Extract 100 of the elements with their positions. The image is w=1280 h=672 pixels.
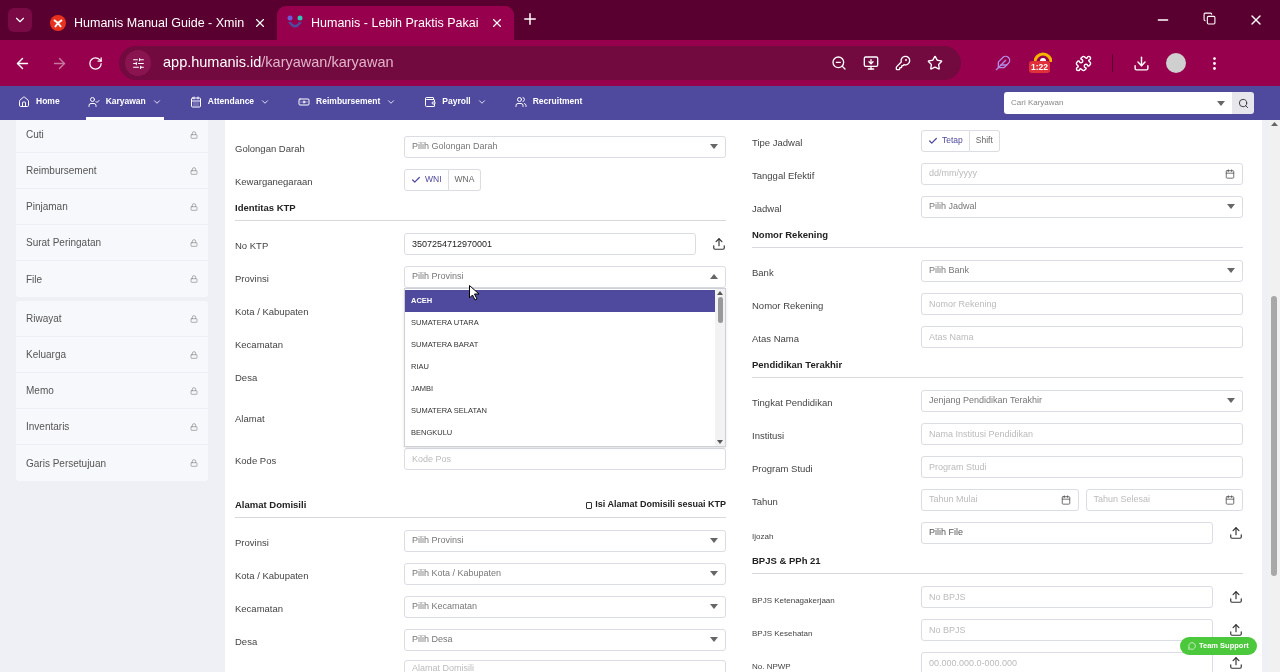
field-label: Atas Nama [752, 332, 799, 344]
install-icon[interactable] [863, 55, 879, 71]
tab-title: Humanis - Lebih Praktis Pakai [311, 14, 480, 32]
upload-icon[interactable] [1229, 655, 1243, 670]
extension-icon[interactable]: 1:22 [1031, 51, 1055, 75]
scroll-thumb[interactable] [1271, 296, 1277, 576]
toggle-option[interactable]: WNI [404, 168, 449, 191]
scroll-thumb[interactable] [717, 296, 723, 323]
close-icon[interactable] [253, 16, 267, 30]
file-picker[interactable]: Pilih File [921, 521, 1213, 544]
field-label: Tanggal Efektif [752, 169, 815, 181]
text-field[interactable]: Nomor Rekening [921, 292, 1243, 315]
text-field[interactable]: 00.000.000.0-000.000 [921, 651, 1213, 672]
nav-icon [424, 95, 437, 108]
sidebar-item[interactable]: Garis Persetujuan [16, 445, 208, 481]
field-label: Kewarganegaraan [235, 175, 313, 187]
scrollbar[interactable] [715, 288, 725, 446]
text-field[interactable]: Kode Pos [404, 447, 726, 470]
sidebar-item[interactable]: Cuti [16, 120, 208, 153]
nav-item[interactable]: Recruitment [512, 86, 585, 120]
search-button[interactable] [1232, 92, 1254, 114]
text-field[interactable]: Program Studi [921, 455, 1243, 478]
select-field[interactable]: Pilih Kota / Kabupaten [404, 562, 726, 585]
profile-avatar[interactable] [1166, 53, 1186, 73]
key-icon[interactable] [895, 55, 911, 71]
select-field[interactable]: Pilih Desa [404, 628, 726, 651]
check-icon [928, 135, 938, 146]
scroll-up-icon[interactable] [1270, 122, 1278, 126]
text-field[interactable]: No BPJS [921, 585, 1213, 608]
field-label: Provinsi [235, 272, 269, 284]
caret-icon [710, 571, 718, 576]
section-heading: Nomor Rekening [752, 227, 828, 242]
sidebar-item[interactable]: Riwayat [16, 301, 208, 337]
nav-icon [298, 95, 311, 108]
upload-icon[interactable] [712, 236, 726, 251]
search-icon [1237, 97, 1249, 109]
puzzle-icon[interactable] [1075, 54, 1092, 72]
select-field[interactable]: Pilih Golongan Darah [404, 135, 726, 158]
field-label: Desa [235, 635, 258, 647]
select-field[interactable]: Pilih Jadwal [921, 195, 1243, 218]
feather-icon[interactable] [995, 55, 1011, 71]
address-bar[interactable]: app.humanis.id/karyawan/karyawan [119, 46, 961, 80]
text-field[interactable]: No BPJS [921, 618, 1213, 641]
employee-search-field[interactable]: Cari Karyawan [1004, 92, 1232, 114]
upload-icon[interactable] [1229, 525, 1243, 540]
field-label: Desa [235, 371, 258, 383]
page-scrollbar[interactable] [1268, 120, 1280, 672]
browser-tab[interactable]: Humanis Manual Guide - Xmin [40, 6, 277, 40]
checkbox[interactable]: Isi Alamat Domisili sesuai KTP [586, 498, 726, 512]
browser-tab[interactable]: Humanis - Lebih Praktis Pakai [277, 6, 514, 40]
star-icon[interactable] [927, 55, 943, 71]
select-field[interactable]: Pilih Kecamatan [404, 595, 726, 618]
field-label: Kota / Kabupaten [235, 305, 309, 317]
upload-icon[interactable] [1229, 622, 1243, 637]
sidebar-item[interactable]: Surat Peringatan [16, 225, 208, 261]
field-label: Jadwal [752, 202, 782, 214]
reload-icon[interactable] [88, 55, 103, 71]
toggle-option[interactable]: WNA [448, 168, 482, 191]
select-field[interactable]: Pilih Provinsi [404, 529, 726, 552]
tab-search-button[interactable] [8, 8, 32, 32]
nav-icon [18, 95, 30, 108]
close-icon[interactable] [490, 16, 504, 30]
caret-icon [710, 538, 718, 543]
nav-item[interactable]: Reimbursement [296, 86, 399, 120]
field-label: Alamat [235, 413, 265, 424]
nav-item[interactable]: Payroll [422, 86, 489, 120]
field-label: Kecamatan [235, 602, 284, 614]
scroll-down-icon[interactable] [717, 439, 723, 444]
text-area[interactable]: Alamat Domisili [404, 660, 726, 672]
check-icon [411, 174, 421, 185]
zoom-icon[interactable] [831, 55, 847, 71]
sidebar-item[interactable]: Pinjaman [16, 189, 208, 225]
nav-item[interactable]: Attendance [187, 86, 273, 120]
sidebar-item[interactable]: Keluarga [16, 337, 208, 373]
sidebar-item[interactable]: Inventaris [16, 409, 208, 445]
field-label: Program Studi [752, 462, 813, 474]
section-heading: Identitas KTP [235, 200, 296, 215]
sidebar-item[interactable]: Memo [16, 373, 208, 409]
toggle-option[interactable]: Tetap [921, 129, 970, 152]
download-icon[interactable] [1133, 54, 1150, 72]
chat-icon [1188, 642, 1196, 650]
nav-item[interactable]: Home [16, 86, 62, 120]
field-label: Tingkat Pendidikan [752, 396, 833, 408]
upload-icon[interactable] [1229, 589, 1243, 604]
section-heading: Alamat Domisili [235, 497, 307, 512]
toggle-option[interactable]: Shift [969, 129, 1000, 152]
section-heading: Pendidikan Terakhir [752, 357, 843, 372]
restore-icon[interactable] [1203, 12, 1216, 25]
field-label: Tipe Jadwal [752, 136, 803, 148]
site-info-icon[interactable] [131, 56, 145, 70]
sidebar-item[interactable]: File [16, 261, 208, 297]
new-tab-icon[interactable] [521, 10, 539, 28]
select-field[interactable]: Pilih Provinsi [404, 265, 726, 288]
select-field[interactable]: Pilih Bank [921, 259, 1243, 282]
sidebar-item[interactable]: Reimbursement [16, 153, 208, 189]
select-field[interactable]: Jenjang Pendidikan Terakhir [921, 389, 1243, 412]
text-field[interactable]: 3507254712970001 [404, 232, 696, 255]
text-field[interactable]: Atas Nama [921, 325, 1243, 348]
text-field[interactable]: Nama Institusi Pendidikan [921, 422, 1243, 445]
nav-icon [87, 95, 100, 108]
